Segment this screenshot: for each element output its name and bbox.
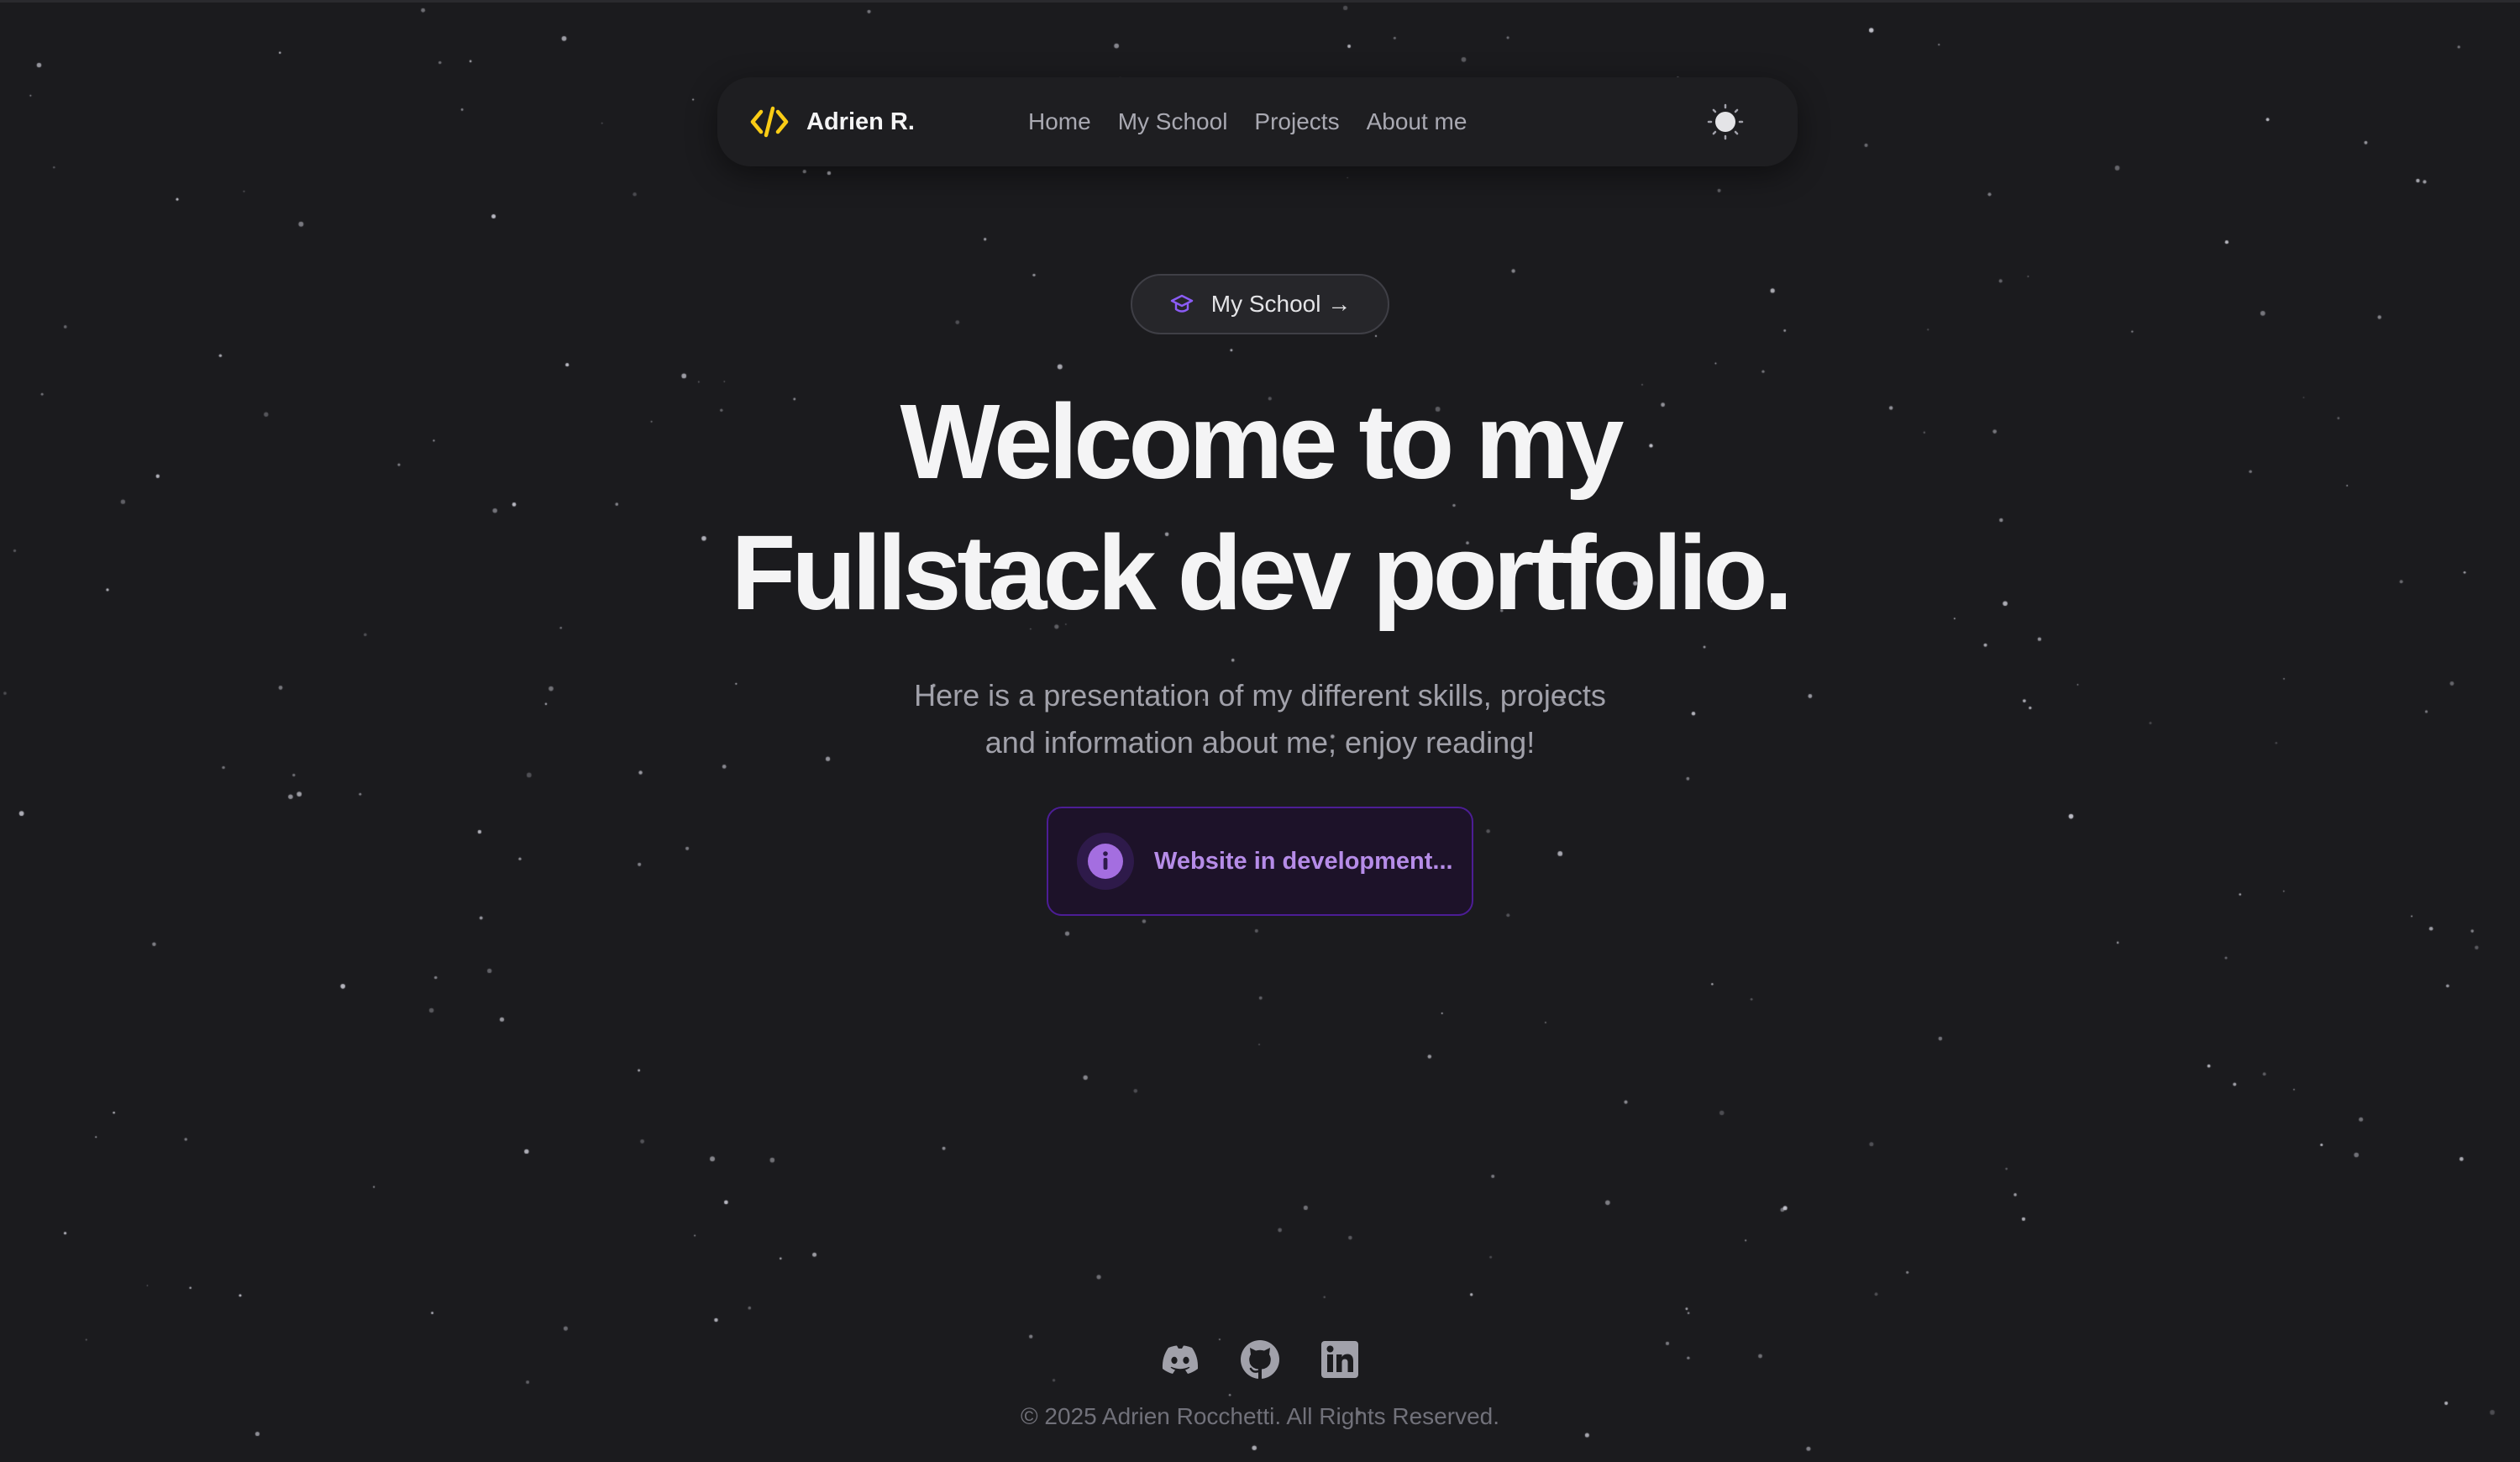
sun-icon	[1707, 103, 1744, 140]
development-notice: Website in development...	[1047, 807, 1473, 916]
github-icon	[1241, 1340, 1279, 1379]
top-border	[0, 0, 2520, 3]
discord-link[interactable]	[1159, 1338, 1201, 1380]
nav-link-my-school[interactable]: My School	[1118, 108, 1228, 135]
social-links	[1159, 1336, 1361, 1383]
badge-label: My School →	[1210, 291, 1352, 317]
copyright-text: © 2025 Adrien Rocchetti. All Rights Rese…	[1020, 1403, 1500, 1429]
info-icon	[1077, 833, 1134, 890]
theme-toggle-button[interactable]	[1705, 102, 1746, 142]
brand-name: Adrien R.	[806, 108, 915, 135]
hero-title: Welcome to my Fullstack dev portfolio.	[0, 376, 2520, 639]
code-icon	[750, 106, 789, 138]
linkedin-icon	[1321, 1341, 1358, 1378]
discord-icon	[1162, 1345, 1199, 1374]
brand[interactable]: Adrien R.	[749, 77, 915, 166]
hero-subtitle-line-2: and information about me, enjoy reading!	[984, 725, 1536, 760]
hero-subtitle-line-1: Here is a presentation of my different s…	[914, 678, 1606, 713]
hero-title-line-2: Fullstack dev portfolio.	[731, 513, 1793, 632]
nav-link-about-me[interactable]: About me	[1367, 108, 1467, 135]
my-school-badge-button[interactable]: My School →	[1131, 274, 1389, 334]
hero-subtitle: Here is a presentation of my different s…	[0, 672, 2520, 766]
graduation-cap-icon	[1170, 294, 1193, 313]
github-link[interactable]	[1239, 1338, 1281, 1380]
navbar: Adrien R. Home My School Projects About …	[717, 77, 1798, 166]
nav-link-home[interactable]: Home	[1028, 108, 1091, 135]
linkedin-link[interactable]	[1319, 1338, 1361, 1380]
nav-link-projects[interactable]: Projects	[1254, 108, 1339, 135]
notice-text: Website in development...	[1154, 847, 1453, 875]
nav-links: Home My School Projects About me	[1028, 77, 1467, 166]
hero-title-line-1: Welcome to my	[900, 382, 1625, 501]
